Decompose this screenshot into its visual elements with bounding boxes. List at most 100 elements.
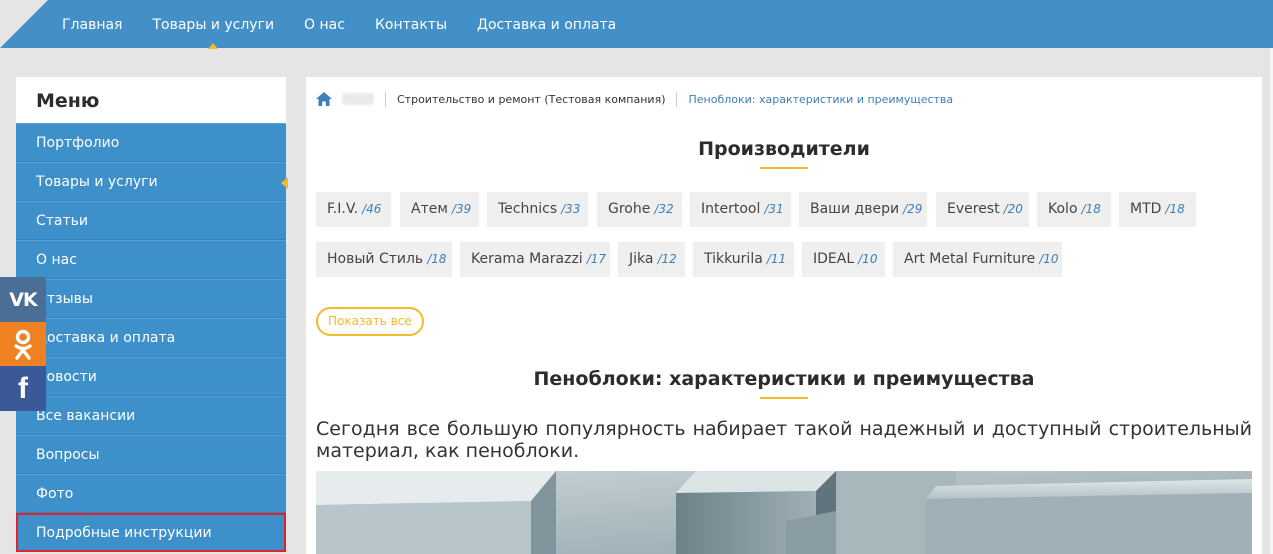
sidebar-item-news[interactable]: Новости [16, 357, 286, 396]
odnoklassniki-share-button[interactable] [0, 322, 46, 367]
sidebar-item-label: Фото [36, 486, 74, 502]
foam-blocks-image [316, 471, 1252, 554]
tag-name: Kolo [1048, 201, 1078, 217]
tag-name: Tikkurila [704, 251, 763, 267]
tag-count: /17 [586, 252, 606, 266]
nav-item-label: О нас [304, 17, 345, 33]
sidebar-item-label: Товары и услуги [36, 174, 158, 190]
manufacturer-tag[interactable]: Ваши двери/29 [799, 192, 927, 227]
tag-count: /29 [903, 202, 923, 216]
manufacturer-tag[interactable]: MTD/18 [1119, 192, 1196, 227]
sidebar-menu: Меню Портфолио Товары и услуги Статьи О … [16, 77, 288, 552]
active-marker [208, 43, 219, 49]
sidebar-item-label: Доставка и оплата [36, 330, 176, 346]
tag-count: /12 [657, 252, 677, 266]
sidebar-item-products[interactable]: Товары и услуги [16, 162, 288, 201]
sidebar-item-label: Вопросы [36, 447, 100, 463]
sidebar-item-label: О нас [36, 252, 77, 268]
tag-count: /46 [362, 202, 382, 216]
breadcrumb-separator [385, 91, 386, 107]
breadcrumb: Строительство и ремонт (Тестовая компани… [316, 91, 953, 107]
manufacturer-tag[interactable]: Kerama Marazzi/17 [460, 242, 610, 277]
sidebar-item-questions[interactable]: Вопросы [16, 435, 286, 474]
tag-count: /20 [1003, 202, 1023, 216]
tag-count: /18 [427, 252, 447, 266]
facebook-share-button[interactable]: f [0, 366, 46, 411]
manufacturer-tag[interactable]: Новый Стиль/18 [316, 242, 452, 277]
manufacturer-tag[interactable]: Art Metal Furniture/10 [893, 242, 1062, 277]
sidebar-item-vacancies[interactable]: Все вакансии [16, 396, 286, 435]
top-navigation: Главная Товары и услуги О нас Контакты Д… [0, 0, 1273, 49]
sidebar-title: Меню [16, 77, 286, 123]
tag-name: F.I.V. [327, 201, 359, 217]
nav-item-label: Товары и услуги [152, 17, 275, 33]
sidebar-item-label: Все вакансии [36, 408, 136, 424]
tag-name: Grohe [608, 201, 651, 217]
manufacturer-tag[interactable]: Everest/20 [936, 192, 1029, 227]
tag-name: Атем [411, 201, 448, 217]
facebook-icon: f [18, 371, 28, 405]
tag-name: Новый Стиль [327, 251, 424, 267]
tag-name: Everest [947, 201, 1000, 217]
tag-count: /32 [654, 202, 674, 216]
nav-item-label: Доставка и оплата [477, 17, 617, 33]
nav-item-label: Главная [62, 17, 123, 33]
tag-count: /10 [1039, 252, 1059, 266]
tag-count: /11 [766, 252, 787, 266]
home-icon[interactable] [316, 92, 332, 106]
tag-count: /39 [451, 202, 472, 216]
title-underline [760, 167, 808, 169]
tag-name: IDEAL [813, 251, 855, 267]
odnoklassniki-icon [14, 329, 32, 360]
sidebar-item-portfolio[interactable]: Портфолио [16, 123, 286, 162]
title-underline [760, 397, 808, 399]
breadcrumb-current[interactable]: Пеноблоки: характеристики и преимущества [688, 93, 953, 106]
sidebar-item-articles[interactable]: Статьи [16, 201, 286, 240]
nav-item-delivery[interactable]: Доставка и оплата [462, 0, 631, 48]
foam-blocks-illustration [316, 471, 1252, 554]
manufacturer-tag[interactable]: Grohe/32 [597, 192, 682, 227]
breadcrumb-separator [676, 91, 678, 107]
tag-name: Kerama Marazzi [471, 251, 583, 267]
vk-share-button[interactable]: VK [0, 277, 46, 322]
tag-name: Technics [498, 201, 558, 217]
tag-name: Ваши двери [810, 201, 900, 217]
tag-name: Art Metal Furniture [904, 251, 1036, 267]
sidebar-item-delivery[interactable]: Доставка и оплата [16, 318, 286, 357]
manufacturer-tag[interactable]: Kolo/18 [1037, 192, 1111, 227]
manufacturer-tag[interactable]: Tikkurila/11 [693, 242, 794, 277]
top-nav-items: Главная Товары и услуги О нас Контакты Д… [47, 0, 631, 49]
sidebar-item-label: Портфолио [36, 135, 120, 151]
sidebar-item-instructions[interactable]: Подробные инструкции [16, 513, 286, 552]
sidebar-item-about[interactable]: О нас [16, 240, 286, 279]
manufacturer-tag[interactable]: Атем/39 [400, 192, 479, 227]
tag-count: /18 [1165, 202, 1185, 216]
sidebar-item-label: Подробные инструкции [36, 525, 212, 541]
active-arrow-icon [281, 177, 288, 189]
manufacturer-tag[interactable]: IDEAL/10 [802, 242, 885, 277]
manufacturers-title: Производители [698, 138, 870, 160]
show-all-button[interactable]: Показать все [316, 307, 424, 336]
nav-corner-decoration [0, 0, 48, 48]
breadcrumb-blurred-item [342, 93, 374, 105]
nav-item-contacts[interactable]: Контакты [360, 0, 462, 48]
tag-name: Intertool [701, 201, 761, 217]
sidebar-item-photo[interactable]: Фото [16, 474, 286, 513]
tag-count: /31 [764, 202, 784, 216]
tag-count: /18 [1081, 202, 1101, 216]
nav-item-label: Контакты [374, 17, 448, 33]
breadcrumb-company[interactable]: Строительство и ремонт (Тестовая компани… [397, 93, 665, 106]
nav-item-products[interactable]: Товары и услуги [137, 0, 289, 49]
manufacturer-tag[interactable]: F.I.V./46 [316, 192, 391, 227]
manufacturer-tag[interactable]: Jika/12 [618, 242, 685, 277]
nav-item-about[interactable]: О нас [289, 0, 360, 48]
manufacturer-tag[interactable]: Technics/33 [487, 192, 588, 227]
vk-icon: VK [9, 288, 37, 311]
tag-count: /33 [561, 202, 581, 216]
sidebar-item-label: Статьи [36, 213, 89, 229]
manufacturer-tag[interactable]: Intertool/31 [690, 192, 791, 227]
article-title: Пеноблоки: характеристики и преимущества [533, 368, 1035, 390]
nav-item-home[interactable]: Главная [47, 0, 137, 48]
tag-name: MTD [1130, 201, 1162, 217]
sidebar-item-reviews[interactable]: Отзывы [16, 279, 286, 318]
